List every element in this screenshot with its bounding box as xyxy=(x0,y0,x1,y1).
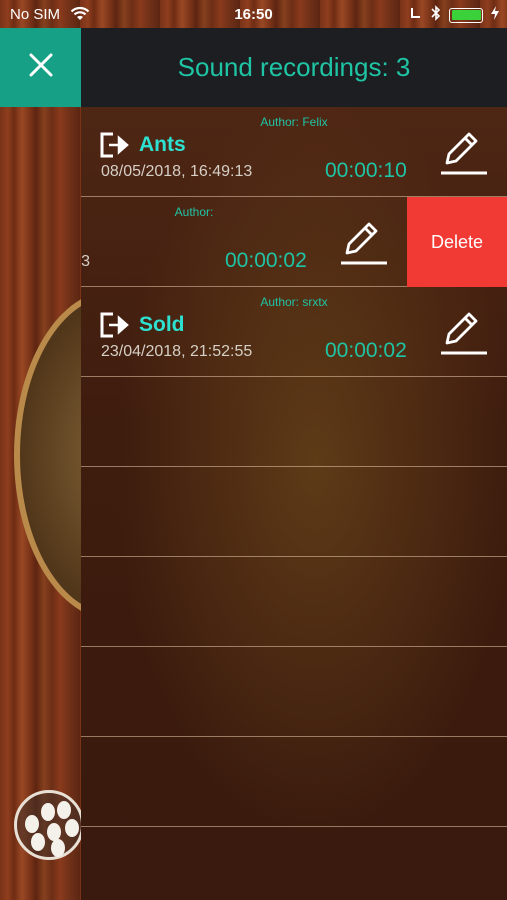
recording-date: 08/05/2018, 16:49:13 xyxy=(101,163,253,180)
edit-pencil-icon[interactable] xyxy=(339,219,389,270)
empty-row xyxy=(81,737,507,827)
export-icon[interactable] xyxy=(99,131,131,164)
recording-row-content[interactable]: Author: 18, 01:23:03 00:00:02 xyxy=(81,197,407,287)
close-icon xyxy=(28,52,54,83)
empty-row xyxy=(81,557,507,647)
empty-row xyxy=(81,377,507,467)
charging-icon xyxy=(491,6,499,24)
empty-row xyxy=(81,647,507,737)
close-button[interactable] xyxy=(0,28,81,107)
page-title: Sound recordings: 3 xyxy=(177,52,411,82)
recording-author: Author: xyxy=(174,205,214,219)
recording-duration: 00:00:10 xyxy=(325,159,407,182)
recording-row[interactable]: Author: Felix Ants 08/05/2018, 16:49:13 … xyxy=(81,107,507,197)
recording-duration: 00:00:02 xyxy=(325,339,407,362)
header-bar: Sound recordings: 3 xyxy=(81,28,507,107)
recording-date: 23/04/2018, 21:52:55 xyxy=(101,343,253,360)
status-bar: No SIM 16:50 xyxy=(0,0,507,30)
recording-author: Author: Felix xyxy=(260,115,328,129)
delete-button[interactable]: Delete xyxy=(407,197,507,287)
export-icon[interactable] xyxy=(99,311,131,344)
orientation-lock-icon xyxy=(409,5,423,25)
empty-row xyxy=(81,827,507,900)
recording-duration: 00:00:02 xyxy=(225,249,307,272)
recording-title: Sold xyxy=(139,313,185,336)
recording-author: Author: srxtx xyxy=(260,295,328,309)
recording-date: 18, 01:23:03 xyxy=(81,253,90,270)
empty-row xyxy=(81,467,507,557)
edit-pencil-icon[interactable] xyxy=(439,309,489,360)
recording-row[interactable]: Author: srxtx Sold 23/04/2018, 21:52:55 … xyxy=(81,287,507,377)
bluetooth-icon xyxy=(431,5,441,25)
recording-title: Ants xyxy=(139,133,186,156)
recording-row-swiped[interactable]: Author: 18, 01:23:03 00:00:02 Delete xyxy=(81,197,507,287)
recordings-list: Author: Felix Ants 08/05/2018, 16:49:13 … xyxy=(81,107,507,900)
edit-pencil-icon[interactable] xyxy=(439,129,489,180)
eggs-shaker-icon[interactable] xyxy=(14,790,84,860)
battery-icon xyxy=(449,7,483,23)
